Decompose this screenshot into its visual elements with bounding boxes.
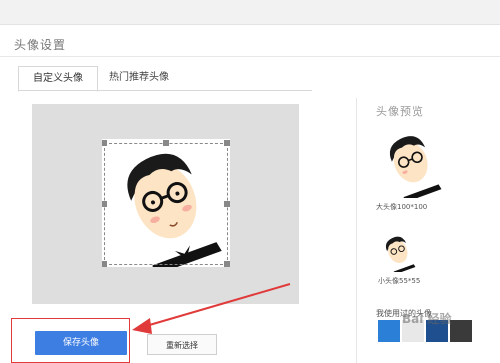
reselect-button[interactable]: 重新选择: [147, 334, 217, 355]
avatar-photo: [102, 139, 230, 267]
tabs-underline: [18, 90, 312, 91]
crop-selection[interactable]: [104, 143, 228, 265]
watermark: Bai 经验: [402, 312, 452, 326]
crop-handle-bottom-right[interactable]: [224, 261, 230, 267]
crop-handle-top[interactable]: [163, 140, 169, 146]
tab-popular-avatars[interactable]: 热门推荐头像: [104, 66, 174, 90]
page-title: 头像设置: [14, 38, 67, 52]
large-avatar-preview: [376, 128, 446, 203]
small-avatar-preview: [378, 232, 418, 275]
used-avatar-thumb[interactable]: [378, 320, 400, 342]
used-avatar-thumb[interactable]: [450, 320, 472, 342]
crop-canvas[interactable]: [32, 104, 299, 304]
top-bar: [0, 0, 500, 25]
crop-handle-left[interactable]: [102, 201, 107, 207]
save-avatar-button[interactable]: 保存头像: [35, 331, 127, 355]
preview-title: 头像预览: [376, 105, 424, 118]
crop-handle-right[interactable]: [224, 201, 230, 207]
large-avatar-caption: 大头像100*100: [376, 203, 428, 211]
tab-custom-avatar[interactable]: 自定义头像: [18, 66, 98, 92]
title-divider: [0, 56, 500, 57]
small-avatar-caption: 小头像55*55: [378, 277, 421, 285]
crop-handle-top-left[interactable]: [102, 140, 107, 146]
crop-handle-top-right[interactable]: [224, 140, 230, 146]
crop-handle-bottom-left[interactable]: [102, 261, 107, 267]
preview-divider: [356, 98, 357, 363]
